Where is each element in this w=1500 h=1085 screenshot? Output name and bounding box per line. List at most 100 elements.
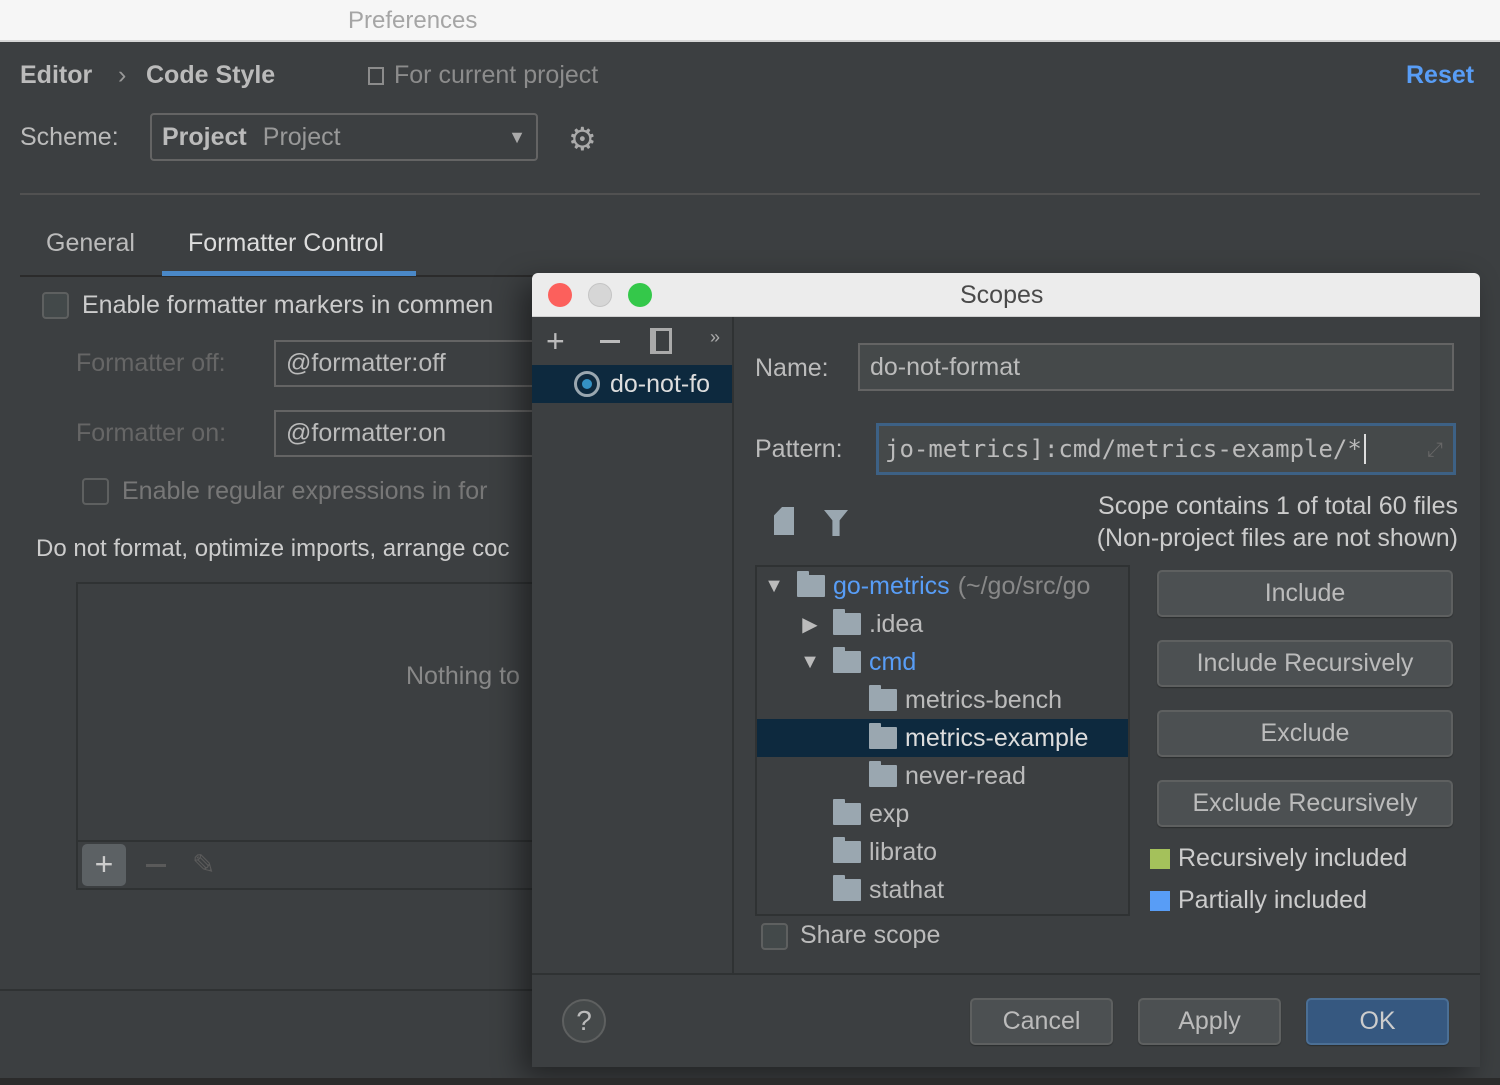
tab-formatter-control[interactable]: Formatter Control [188,229,384,258]
scope-hint: For current project [394,61,599,89]
remove-icon[interactable] [146,864,166,867]
close-icon[interactable] [548,283,572,307]
exclude-recursively-button[interactable]: Exclude Recursively [1157,780,1453,827]
folder-icon [833,647,861,673]
tab-active-underline [162,271,416,276]
scope-list-panel: Nothing to + ✎ [76,582,558,890]
name-label: Name: [755,354,829,382]
tree-row[interactable]: exp [757,795,1128,833]
cancel-button[interactable]: Cancel [970,998,1113,1045]
breadcrumb-code-style: Code Style [146,61,276,89]
share-scope-label: Share scope [800,921,941,949]
scheme-value: Project [262,122,341,151]
edit-pencil-icon[interactable]: ✎ [192,848,215,881]
help-button[interactable]: ? [562,999,606,1043]
tree-row[interactable]: ▶ .idea [757,605,1128,643]
formatter-on-input[interactable]: @formatter:on [274,410,554,457]
filter-icon[interactable] [824,510,848,536]
include-button[interactable]: Include [1157,570,1453,617]
scope-name: do-not-fo [610,369,711,398]
pattern-value: jo-metrics]:cmd/metrics-example/* [885,435,1362,463]
folder-icon [833,875,861,901]
window-title: Preferences [348,7,478,34]
legend-recursively-included: Recursively included [1178,844,1408,872]
formatter-off-input[interactable]: @formatter:off [274,340,554,387]
minimize-icon[interactable] [588,283,612,307]
tree-label: cmd [869,647,917,676]
summary-line-1: Scope contains 1 of total 60 files [1098,492,1458,520]
legend-swatch-green [1150,849,1170,869]
tree-row[interactable]: ▼ go-metrics (~/go/src/go [757,567,1128,605]
folder-icon [869,685,897,711]
tree-label: never-read [905,761,1026,790]
tree-label: metrics-example [905,723,1089,752]
file-icon[interactable] [774,507,794,535]
folder-icon [869,761,897,787]
folder-icon [797,571,825,597]
apply-button[interactable]: Apply [1138,998,1281,1045]
divider [20,193,1480,195]
name-value: do-not-format [870,352,1021,381]
add-scope-icon[interactable]: + [546,323,565,360]
exclude-button[interactable]: Exclude [1157,710,1453,757]
enable-regex-label: Enable regular expressions in for [122,477,488,505]
tree-label: metrics-bench [905,685,1062,714]
tree-row[interactable]: never-read [757,757,1128,795]
add-icon[interactable]: + [82,844,126,886]
reset-link[interactable]: Reset [1406,61,1474,90]
enable-regex-checkbox[interactable] [82,478,109,505]
pattern-input[interactable]: jo-metrics]:cmd/metrics-example/* ⤢ [876,423,1456,475]
scope-list-item[interactable]: do-not-fo [532,365,732,403]
divider [78,840,558,842]
summary-line-2: (Non-project files are not shown) [1096,524,1458,552]
scheme-label: Scheme: [20,123,119,151]
formatter-on-value: @formatter:on [286,419,447,447]
file-tree[interactable]: ▼ go-metrics (~/go/src/go ▶ .idea ▼ cmd metr… [755,565,1130,916]
enable-markers-checkbox[interactable] [42,292,69,319]
tree-row-selected[interactable]: metrics-example [757,719,1128,757]
folder-icon [833,799,861,825]
divider [0,989,540,991]
tree-row[interactable]: librato [757,833,1128,871]
collapsed-arrow-icon: ▶ [802,613,818,636]
formatter-on-label: Formatter on: [76,419,227,447]
zoom-icon[interactable] [628,283,652,307]
bottom-edge [0,1078,1500,1085]
share-scope-checkbox[interactable] [761,923,788,950]
scheme-value-bold: Project [162,122,247,151]
tree-label: exp [869,799,910,828]
chevron-down-icon: ▼ [508,126,526,147]
tree-row[interactable]: metrics-bench [757,681,1128,719]
dialog-title: Scopes [960,281,1044,309]
breadcrumb-editor[interactable]: Editor [20,61,92,90]
name-input[interactable]: do-not-format [858,343,1454,391]
scheme-select[interactable]: Project Project ▼ [150,113,538,161]
divider [732,317,734,973]
expanded-arrow-icon: ▼ [764,574,784,597]
pattern-label: Pattern: [755,435,843,463]
folder-icon [833,609,861,635]
copy-scope-icon[interactable] [650,328,672,354]
legend-swatch-blue [1150,891,1170,911]
legend-partially-included: Partially included [1178,886,1367,914]
window-titlebar: Preferences [0,0,1500,42]
tree-row[interactable]: stathat [757,871,1128,909]
formatter-off-label: Formatter off: [76,349,226,377]
gear-icon[interactable]: ⚙ [568,120,597,158]
dialog-titlebar: Scopes [532,273,1480,317]
tree-label: stathat [869,875,945,904]
scope-radio-icon [574,371,600,397]
tree-row[interactable]: ▼ cmd [757,643,1128,681]
ok-button[interactable]: OK [1306,998,1449,1045]
scope-summary: Scope contains 1 of total 60 files (Non-… [1097,490,1458,554]
include-recursively-button[interactable]: Include Recursively [1157,640,1453,687]
project-copy-icon [368,67,384,85]
expanded-arrow-icon: ▼ [800,650,820,673]
tab-general[interactable]: General [46,229,135,258]
expand-icon[interactable]: ⤢ [1427,437,1443,461]
enable-markers-label: Enable formatter markers in commen [82,291,494,319]
tree-label: .idea [869,609,924,638]
more-icon[interactable]: » [710,327,720,348]
remove-scope-icon[interactable] [600,340,620,343]
folder-icon [833,837,861,863]
